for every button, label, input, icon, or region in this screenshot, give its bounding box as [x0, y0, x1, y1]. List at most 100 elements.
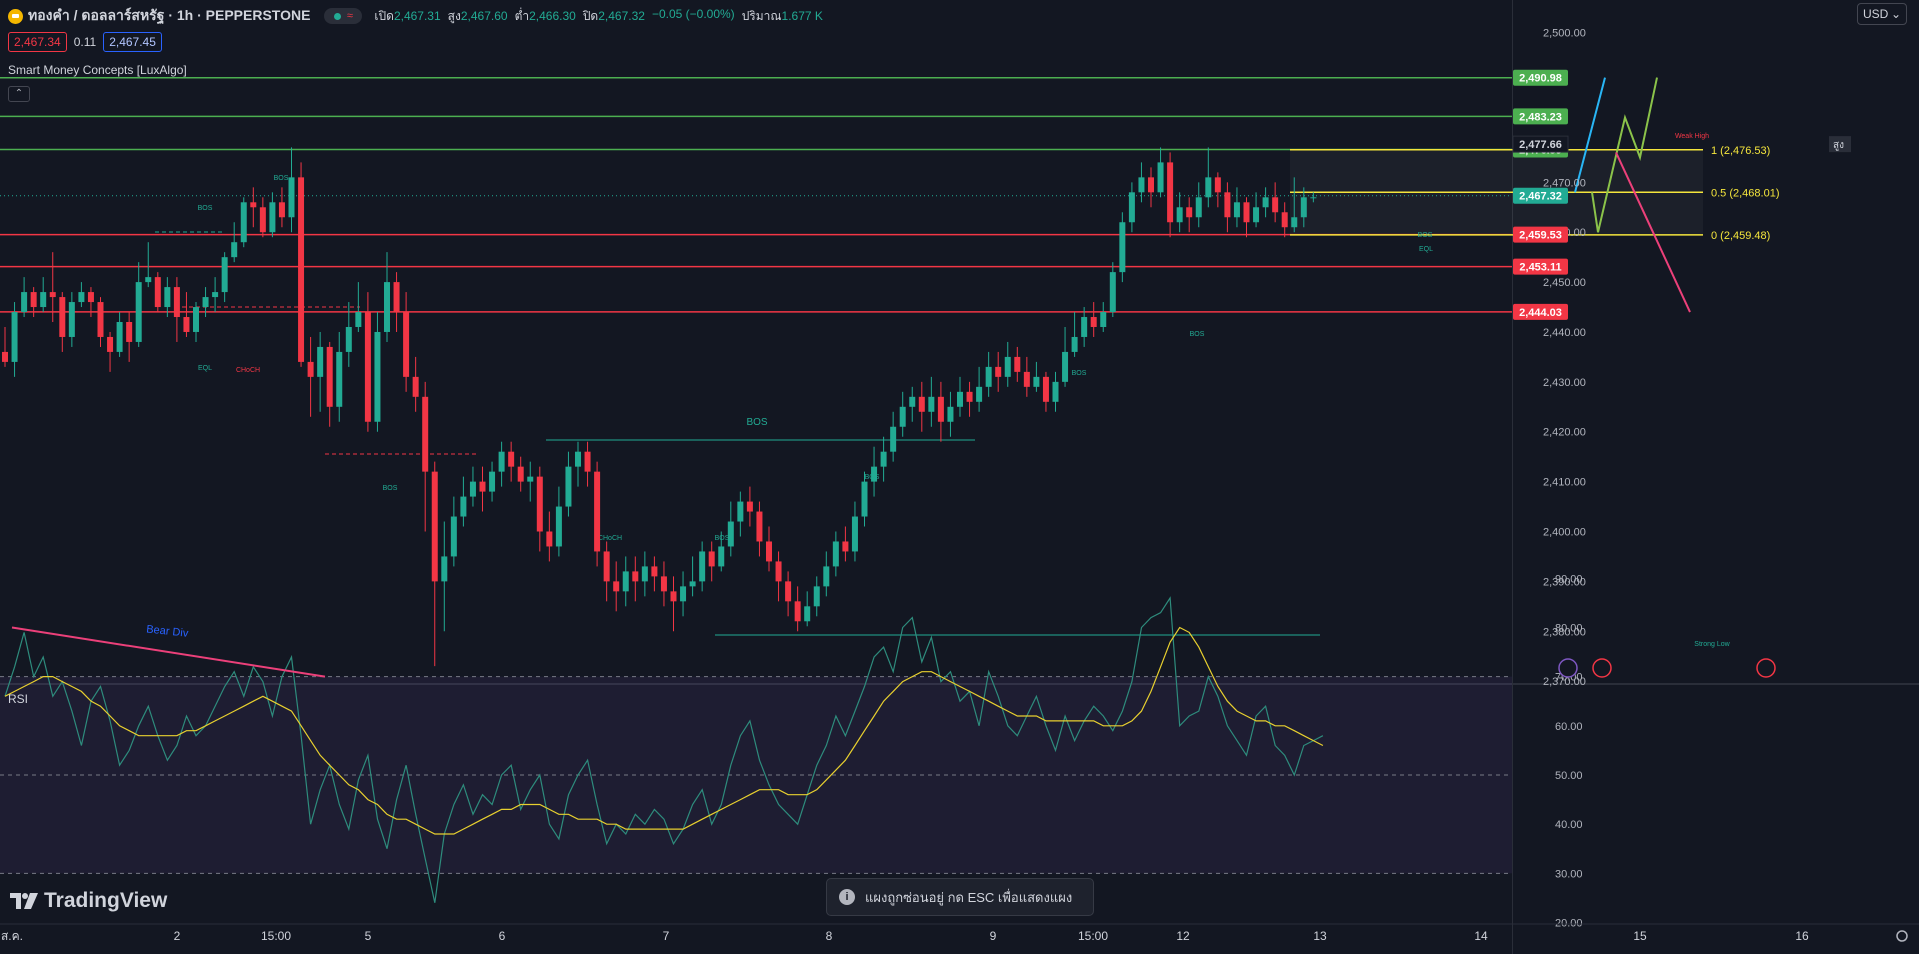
- candle: [11, 312, 18, 362]
- candle: [87, 292, 94, 303]
- candle: [2, 351, 8, 362]
- candle: [746, 501, 753, 512]
- indicator-title[interactable]: Smart Money Concepts [LuxAlgo]: [8, 63, 187, 77]
- structure-label: BOS: [1418, 232, 1433, 239]
- time-tick-label: 15:00: [1078, 929, 1108, 943]
- candle: [1033, 376, 1040, 387]
- candle: [1224, 192, 1231, 218]
- us-flag-event-icon: [1592, 658, 1612, 678]
- candle: [59, 297, 66, 337]
- buy-price-button[interactable]: 2,467.45: [103, 32, 162, 52]
- time-tick-label: 9: [990, 929, 997, 943]
- candle: [1148, 177, 1154, 193]
- high-marker-label: 2,477.66: [1519, 139, 1562, 151]
- candle: [1119, 222, 1126, 273]
- candle: [832, 541, 839, 567]
- candle: [364, 312, 371, 422]
- structure-label: BOS: [746, 417, 767, 428]
- candle: [718, 546, 725, 567]
- candle: [957, 391, 963, 407]
- price-chart[interactable]: 1 (2,476.53) 0.5 (2,468.01) 0 (2,459.48) BO…: [0, 0, 1919, 954]
- spread-value: 0.11: [73, 35, 97, 49]
- candle: [479, 481, 486, 492]
- candle: [1262, 197, 1269, 208]
- wave-icon: ≈: [346, 10, 353, 22]
- ohlc-values: เปิด2,467.31 สูง2,467.60 ต่ำ2,466.30 ปิด…: [374, 6, 823, 23]
- candle: [1272, 197, 1279, 213]
- rsi-pane-title[interactable]: RSI: [8, 692, 28, 706]
- trade-prices: 2,467.34 0.11 2,467.45: [8, 32, 162, 52]
- candle: [1014, 356, 1021, 372]
- candle: [603, 551, 610, 582]
- collapse-indicators-button[interactable]: ⌃: [8, 86, 30, 102]
- candle: [823, 566, 830, 587]
- time-tick-label: 5: [365, 929, 372, 943]
- fib-level-label: 0.5 (2,468.01): [1711, 187, 1780, 199]
- toast-message: แผงถูกซ่อนอยู่ กด ESC เพื่อแสดงแผง: [865, 889, 1073, 905]
- candle: [737, 501, 744, 522]
- candle: [1205, 177, 1212, 198]
- time-tick-label: 7: [663, 929, 670, 943]
- time-tick-label: 8: [826, 929, 833, 943]
- candle: [1310, 197, 1317, 199]
- time-tick-label: 6: [499, 929, 506, 943]
- candle: [546, 531, 553, 547]
- candle: [393, 282, 400, 313]
- candle: [1062, 351, 1069, 382]
- candle: [173, 287, 180, 318]
- symbol-title[interactable]: ทองคำ / ดอลลาร์สหรัฐ · 1h · PEPPERSTONE: [28, 5, 310, 27]
- candle: [565, 466, 572, 507]
- candle: [613, 581, 620, 592]
- candle: [1253, 207, 1260, 223]
- tradingview-logo[interactable]: TradingView: [10, 889, 167, 913]
- candle: [317, 346, 324, 377]
- candle: [1243, 202, 1250, 223]
- candle: [489, 471, 496, 492]
- candle: [355, 312, 362, 327]
- candle: [164, 287, 171, 308]
- candle: [412, 376, 419, 397]
- rsi-tick-label: 80.00: [1555, 622, 1583, 634]
- candle: [1281, 212, 1288, 228]
- candle: [469, 481, 476, 497]
- candle: [555, 506, 562, 547]
- candle: [880, 451, 887, 467]
- candle: [212, 292, 219, 298]
- us-flag-event-icon: [1756, 658, 1776, 678]
- price-tick-label: 2,450.00: [1543, 277, 1586, 289]
- hidden-panel-toast[interactable]: i แผงถูกซ่อนอยู่ กด ESC เพื่อแสดงแผง: [826, 878, 1094, 916]
- candle: [632, 571, 639, 582]
- candle: [126, 322, 133, 342]
- candle: [450, 516, 457, 557]
- candle: [49, 292, 56, 298]
- rsi-tick-label: 90.00: [1555, 573, 1583, 585]
- candle: [584, 451, 591, 472]
- structure-label: BOS: [1072, 370, 1087, 377]
- candle: [670, 591, 677, 602]
- time-tick-label: 2: [174, 929, 181, 943]
- candle: [1157, 162, 1164, 193]
- candle: [794, 601, 801, 622]
- candle: [307, 361, 314, 377]
- candle: [918, 396, 925, 412]
- candle: [259, 207, 266, 233]
- candle: [1138, 177, 1145, 193]
- candle: [727, 521, 734, 547]
- candle: [107, 336, 114, 352]
- candle: [183, 317, 190, 332]
- candle: [680, 586, 687, 602]
- candle: [756, 511, 763, 542]
- candle: [708, 551, 715, 567]
- candle: [288, 177, 295, 218]
- fib-level-label: 1 (2,476.53): [1711, 145, 1770, 157]
- chevron-down-icon: ⌄: [1890, 7, 1901, 21]
- currency-select[interactable]: USD ⌄: [1857, 3, 1907, 25]
- market-status-pill[interactable]: ≈: [324, 8, 363, 24]
- sell-price-button[interactable]: 2,467.34: [8, 32, 67, 52]
- level-badge-label: 2,453.11: [1519, 262, 1561, 274]
- candle: [278, 202, 285, 218]
- candle: [1042, 376, 1049, 402]
- candle: [622, 571, 629, 592]
- candle: [345, 326, 352, 352]
- fib-level-label: 0 (2,459.48): [1711, 230, 1770, 242]
